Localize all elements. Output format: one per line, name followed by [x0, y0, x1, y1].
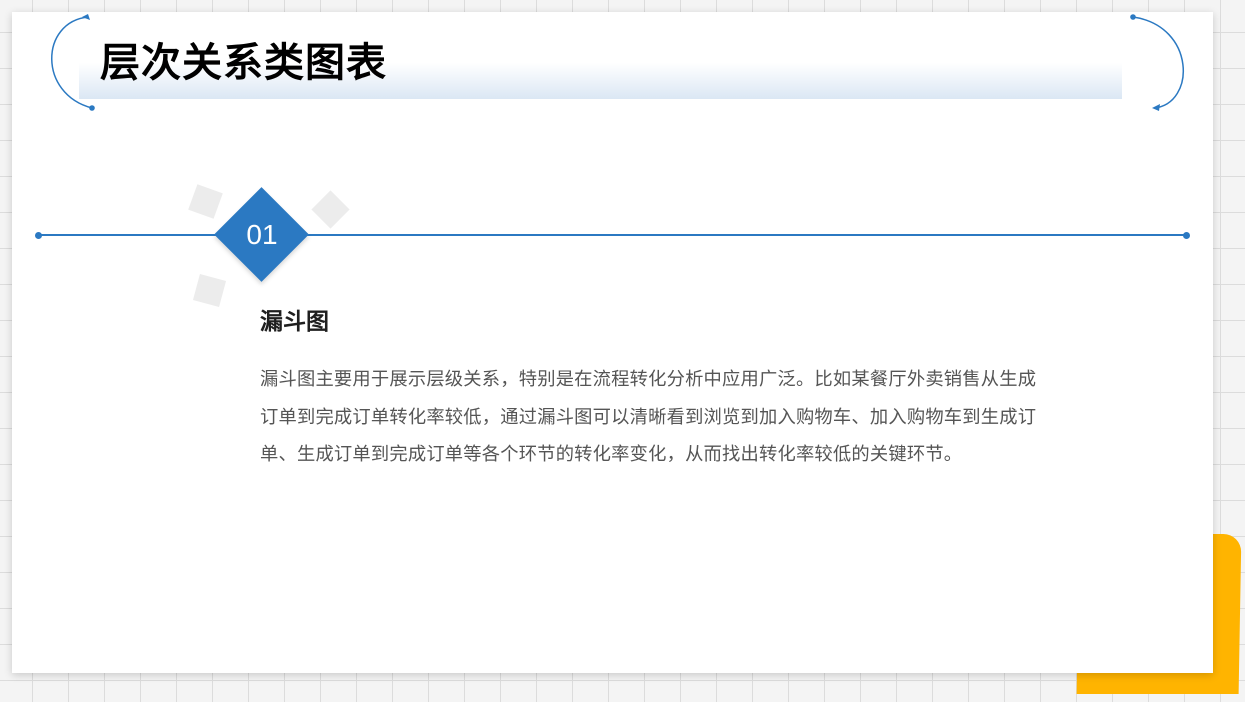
decorative-square: [192, 273, 227, 308]
decorative-square: [311, 190, 350, 229]
section-heading: 漏斗图: [260, 309, 329, 335]
section-number: 01: [246, 219, 278, 250]
corner-arc-right-icon: [1130, 14, 1184, 111]
timeline-line: [38, 234, 1188, 236]
slide-card: 层次关系类图表 01 漏斗图 漏斗图主要用于展示层级关系，特别是在流程转化分析中…: [12, 12, 1213, 673]
decorative-square: [188, 184, 223, 219]
corner-arc-left-icon: [51, 14, 95, 111]
section-body-text: 漏斗图主要用于展示层级关系，特别是在流程转化分析中应用广泛。比如某餐厅外卖销售从…: [260, 369, 1037, 465]
slide-title: 层次关系类图表: [100, 40, 387, 86]
timeline-dot-left: [35, 232, 42, 239]
timeline-dot-right: [1183, 232, 1190, 239]
